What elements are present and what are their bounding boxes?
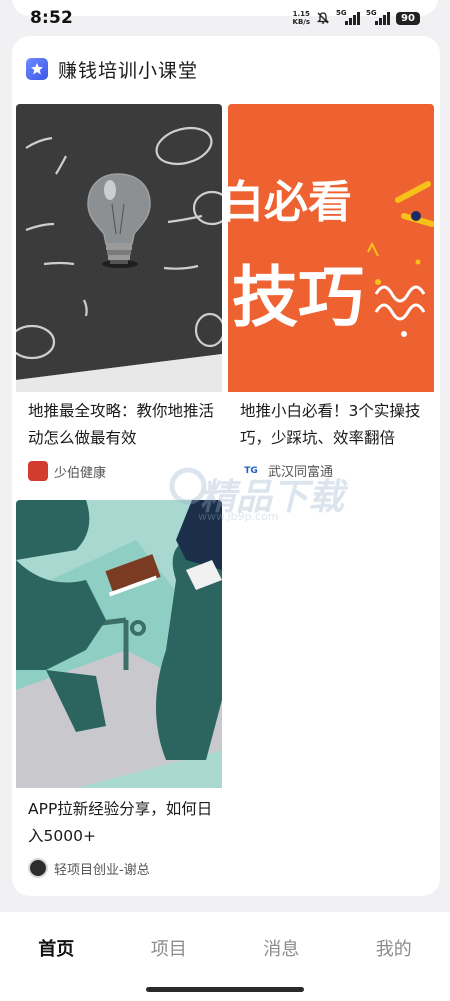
- card-header: 赚钱培训小课堂: [12, 36, 440, 102]
- feed-item[interactable]: 地推最全攻略：教你地推活动怎么做最有效 少伯健康: [16, 104, 222, 484]
- tab-projects[interactable]: 项目: [113, 912, 226, 984]
- network-speed-unit: KB/s: [292, 18, 310, 26]
- feed-item-source: 轻项目创业-谢总: [28, 858, 150, 878]
- page-title: 赚钱培训小课堂: [58, 59, 199, 82]
- app-logo-icon: [26, 58, 48, 80]
- signal2-label: 5G: [366, 8, 377, 17]
- home-indicator[interactable]: [146, 987, 304, 992]
- mute-icon: [316, 11, 330, 25]
- status-time: 8:52: [30, 8, 74, 28]
- feed-item[interactable]: APP拉新经验分享，如何日入5000+ 轻项目创业-谢总: [16, 500, 222, 890]
- feed-item-title: 地推最全攻略：教你地推活动怎么做最有效: [28, 402, 215, 447]
- source-name: 轻项目创业-谢总: [54, 862, 150, 878]
- poster-text-line2: 技巧: [232, 259, 364, 336]
- feed-item-title: APP拉新经验分享，如何日入5000+: [28, 800, 213, 845]
- poster-text-line1: 白必看: [228, 177, 352, 228]
- signal-strength-icon: 5G: [336, 8, 360, 25]
- tab-profile[interactable]: 我的: [338, 912, 450, 984]
- feed-item[interactable]: 白必看 技巧 地推小白必看！3个实操技巧，少踩坑、效率翻倍 TG 武汉同富通: [228, 104, 434, 484]
- network-speed-value: 1.15: [292, 10, 310, 18]
- status-icons: 1.15 KB/s 5G 5G 90: [293, 8, 420, 26]
- source-avatar-icon: TG: [244, 465, 258, 476]
- source-avatar-icon: [28, 461, 48, 481]
- signal1-label: 5G: [336, 8, 347, 17]
- feed-item-source: 少伯健康: [28, 461, 106, 481]
- battery-icon: 90: [396, 11, 420, 25]
- thumbnail-lightbulb: [16, 104, 222, 392]
- signal-strength-icon: 5G: [366, 8, 390, 25]
- status-bar: 8:52 1.15 KB/s 5G 5G 90: [0, 0, 450, 36]
- source-name: 少伯健康: [54, 465, 107, 481]
- source-name: 武汉同富通: [268, 465, 334, 480]
- tab-messages[interactable]: 消息: [225, 912, 338, 984]
- content-card: 赚钱培训小课堂 地推最全攻略：教你地推活动怎么做最有效 少伯健康 白必看 技巧 …: [12, 36, 440, 896]
- feed-item-title: 地推小白必看！3个实操技巧，少踩坑、效率翻倍: [240, 402, 421, 447]
- thumbnail-meeting-illustration: [16, 500, 222, 788]
- tab-home[interactable]: 首页: [0, 912, 113, 984]
- thumbnail-orange-poster: 白必看 技巧: [228, 104, 434, 392]
- feed-item-source: TG 武汉同富通: [240, 461, 333, 480]
- network-speed: 1.15 KB/s: [293, 10, 310, 26]
- source-avatar-icon: [28, 858, 48, 878]
